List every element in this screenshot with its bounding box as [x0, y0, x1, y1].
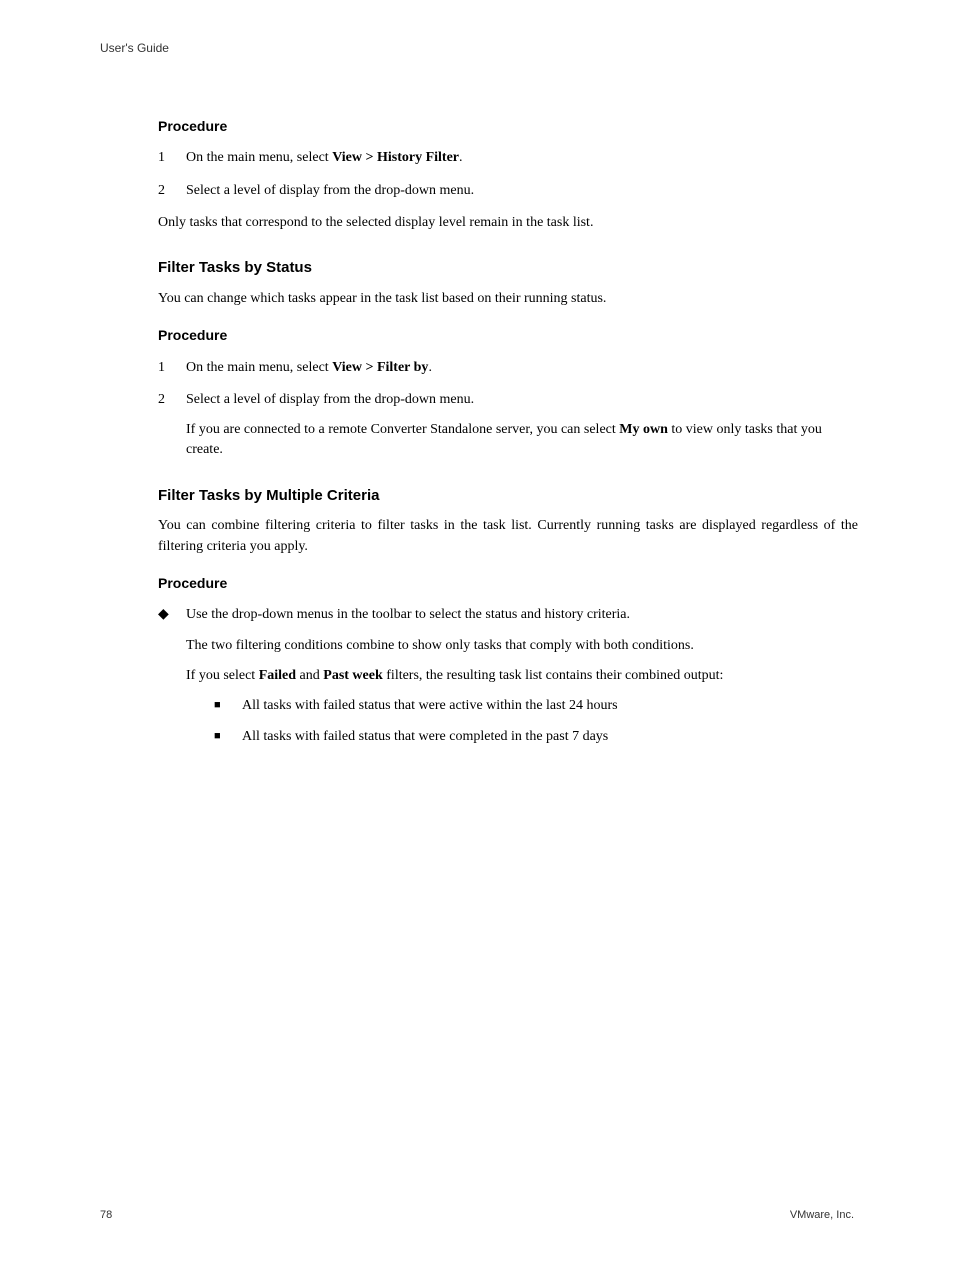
procedure-label: Procedure — [158, 573, 858, 593]
step-text: Select a level of display from the drop-… — [186, 181, 858, 201]
procedure-label: Procedure — [158, 325, 858, 345]
page-number: 78 — [100, 1208, 112, 1224]
bullet-item: ◆ Use the drop-down menus in the toolbar… — [158, 605, 858, 756]
section-heading-multiple: Filter Tasks by Multiple Criteria — [158, 485, 858, 507]
procedure-steps: 1 On the main menu, select View > Histor… — [158, 148, 858, 201]
section-intro: You can combine filtering criteria to fi… — [158, 516, 858, 557]
step-number: 1 — [158, 358, 186, 378]
step-number: 1 — [158, 148, 186, 168]
result-text: Only tasks that correspond to the select… — [158, 213, 858, 233]
page-header: User's Guide — [100, 40, 169, 57]
page-content: Procedure 1 On the main menu, select Vie… — [158, 100, 858, 767]
step-number: 2 — [158, 390, 186, 461]
diamond-bullet-icon: ◆ — [158, 605, 186, 756]
step-note: If you are connected to a remote Convert… — [186, 420, 858, 461]
bullet-body: Use the drop-down menus in the toolbar t… — [186, 605, 858, 756]
procedure-label: Procedure — [158, 116, 858, 136]
section-heading-status: Filter Tasks by Status — [158, 257, 858, 279]
bullet-subtext: If you select Failed and Past week filte… — [186, 666, 858, 686]
step-text: Select a level of display from the drop-… — [186, 390, 858, 461]
square-bullet-icon: ■ — [214, 727, 242, 747]
section-intro: You can change which tasks appear in the… — [158, 289, 858, 309]
company-name: VMware, Inc. — [790, 1208, 854, 1224]
sub-bullet-item: ■ All tasks with failed status that were… — [214, 696, 858, 716]
bullet-subtext: The two filtering conditions combine to … — [186, 636, 858, 656]
step-number: 2 — [158, 181, 186, 201]
step-text: On the main menu, select View > Filter b… — [186, 358, 858, 378]
square-bullet-icon: ■ — [214, 696, 242, 716]
procedure-steps: 1 On the main menu, select View > Filter… — [158, 358, 858, 461]
step-1: 1 On the main menu, select View > Histor… — [158, 148, 858, 168]
step-text: On the main menu, select View > History … — [186, 148, 858, 168]
step-2: 2 Select a level of display from the dro… — [158, 390, 858, 461]
sub-bullet-item: ■ All tasks with failed status that were… — [214, 727, 858, 747]
page-footer: 78 VMware, Inc. — [100, 1208, 854, 1224]
step-2: 2 Select a level of display from the dro… — [158, 181, 858, 201]
sub-bullet-list: ■ All tasks with failed status that were… — [214, 696, 858, 747]
step-1: 1 On the main menu, select View > Filter… — [158, 358, 858, 378]
